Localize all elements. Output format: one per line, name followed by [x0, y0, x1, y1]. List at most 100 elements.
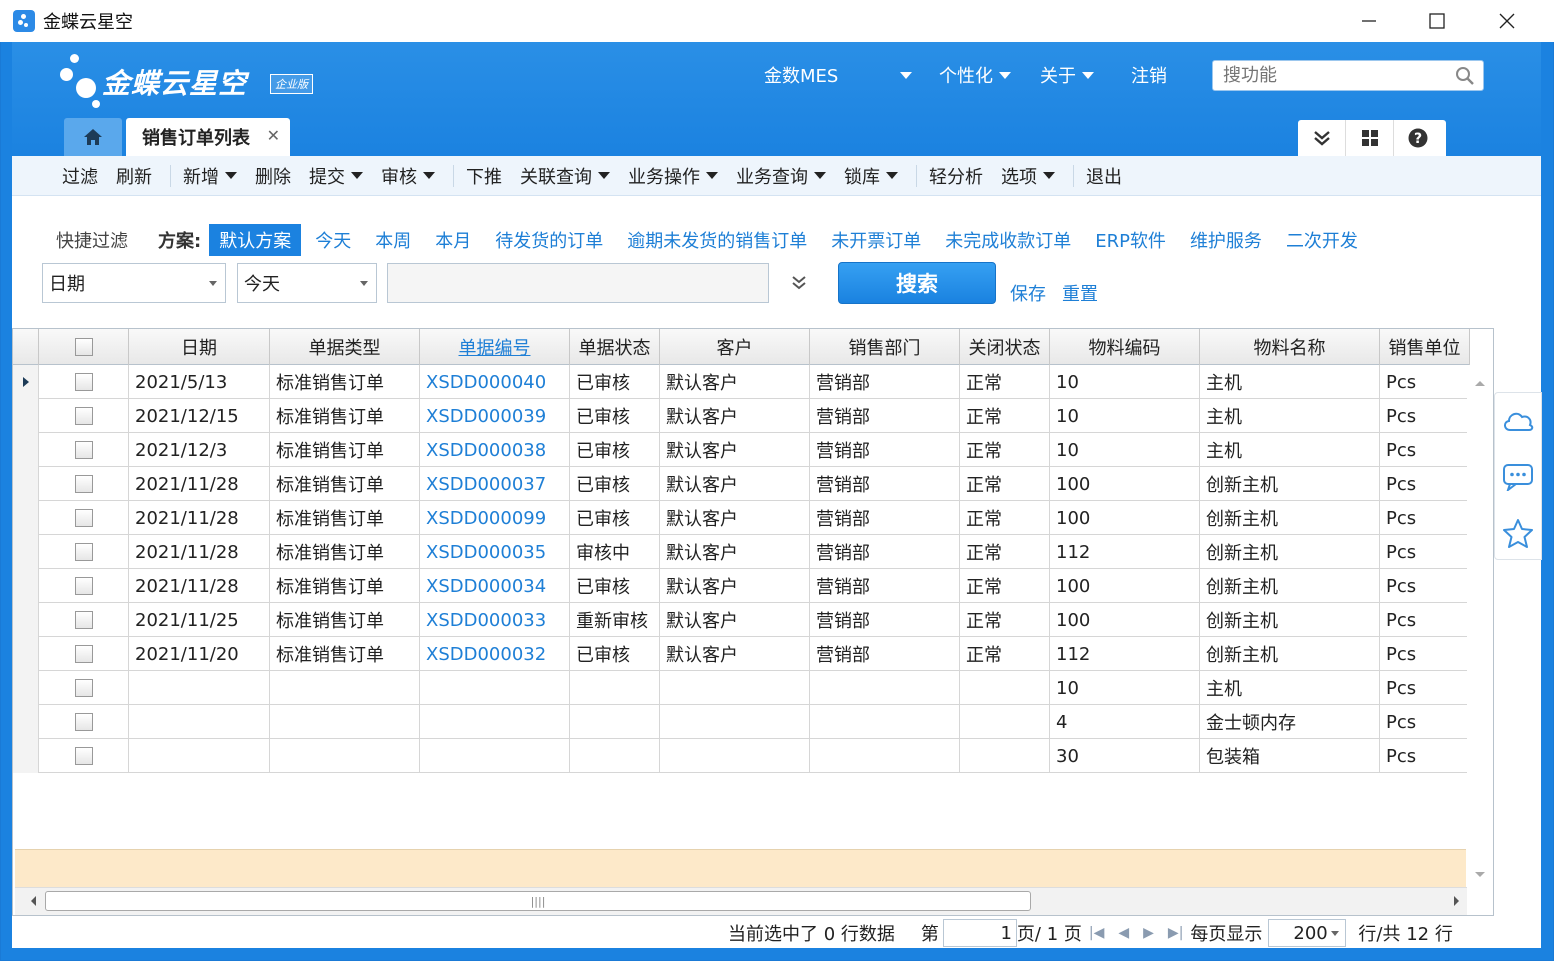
row-indicator[interactable]	[13, 569, 39, 603]
row-select-cell[interactable]	[39, 603, 129, 637]
row-indicator[interactable]	[13, 535, 39, 569]
scheme-tag[interactable]: 逾期未发货的销售订单	[627, 227, 807, 253]
scheme-tag[interactable]: 待发货的订单	[495, 227, 603, 253]
bill-number-link[interactable]	[420, 705, 570, 739]
row-indicator[interactable]	[13, 637, 39, 671]
bill-number-link[interactable]	[420, 739, 570, 773]
message-button[interactable]	[1495, 449, 1541, 505]
lock-stock-button[interactable]: 锁库	[844, 163, 898, 189]
column-header[interactable]: 物料编码	[1050, 329, 1200, 365]
table-row[interactable]: 2021/11/28 标准销售订单 XSDD000037 已审核 默认客户 营销部 正常 10…	[13, 467, 1470, 501]
next-page-icon[interactable]: ▶	[1143, 925, 1154, 941]
row-select-cell[interactable]	[39, 739, 129, 773]
row-indicator[interactable]	[13, 671, 39, 705]
row-indicator[interactable]	[13, 399, 39, 433]
chevron-down-icon[interactable]	[351, 172, 363, 179]
select-all-cell[interactable]	[39, 329, 129, 365]
topnav-personalize[interactable]: 个性化	[939, 62, 1011, 88]
row-checkbox[interactable]	[74, 611, 93, 629]
chevron-down-icon[interactable]	[598, 172, 610, 179]
apps-button[interactable]	[1346, 120, 1394, 156]
push-down-button[interactable]: 下推	[466, 163, 502, 189]
scroll-down-icon[interactable]	[1467, 865, 1493, 885]
row-indicator[interactable]	[13, 739, 39, 773]
audit-button[interactable]: 审核	[381, 163, 435, 189]
row-checkbox[interactable]	[74, 373, 93, 391]
bill-number-link[interactable]: XSDD000034	[420, 569, 570, 603]
row-checkbox[interactable]	[74, 543, 93, 561]
bill-number-link[interactable]: XSDD000099	[420, 501, 570, 535]
table-row[interactable]: 2021/12/15 标准销售订单 XSDD000039 已审核 默认客户 营销部 正常 10…	[13, 399, 1470, 433]
scheme-tag[interactable]: 未完成收款订单	[945, 227, 1071, 253]
favorite-button[interactable]	[1495, 505, 1541, 561]
save-scheme-link[interactable]: 保存	[1010, 280, 1046, 306]
scheme-tag[interactable]: 本周	[375, 227, 411, 253]
row-select-cell[interactable]	[39, 637, 129, 671]
column-header[interactable]: 物料名称	[1200, 329, 1380, 365]
row-select-cell[interactable]	[39, 365, 129, 399]
table-row[interactable]: 2021/5/13 标准销售订单 XSDD000040 已审核 默认客户 营销部 正常 10 主…	[13, 365, 1470, 399]
light-analysis-button[interactable]: 轻分析	[929, 163, 983, 189]
row-checkbox[interactable]	[74, 679, 93, 697]
scheme-tag[interactable]: 本月	[435, 227, 471, 253]
scroll-up-icon[interactable]	[1467, 373, 1493, 393]
delete-button[interactable]: 删除	[255, 163, 291, 189]
chevron-down-icon[interactable]	[814, 172, 826, 179]
column-header[interactable]: 日期	[129, 329, 270, 365]
submit-button[interactable]: 提交	[309, 163, 363, 189]
filter-button[interactable]: 过滤	[62, 163, 98, 189]
table-row[interactable]: 2021/11/28 标准销售订单 XSDD000099 已审核 默认客户 营销部 正常 10…	[13, 501, 1470, 535]
maximize-button[interactable]	[1414, 6, 1460, 36]
chevron-down-icon[interactable]	[1043, 172, 1055, 179]
topnav-mes[interactable]: 金数MES	[764, 62, 913, 88]
row-select-cell[interactable]	[39, 501, 129, 535]
linked-query-button[interactable]: 关联查询	[520, 163, 610, 189]
scheme-tag[interactable]: 默认方案	[209, 224, 302, 256]
column-header[interactable]: 单据类型	[270, 329, 420, 365]
tab-close-icon[interactable]: ✕	[267, 126, 280, 145]
search-icon[interactable]	[1455, 66, 1475, 86]
chevron-down-icon[interactable]	[225, 172, 237, 179]
bill-number-link[interactable]: XSDD000040	[420, 365, 570, 399]
business-ops-button[interactable]: 业务操作	[628, 163, 718, 189]
row-checkbox[interactable]	[74, 441, 93, 459]
row-indicator[interactable]	[13, 603, 39, 637]
row-indicator[interactable]	[13, 433, 39, 467]
row-indicator[interactable]	[13, 365, 39, 399]
row-checkbox[interactable]	[74, 645, 93, 663]
bill-number-link[interactable]: XSDD000039	[420, 399, 570, 433]
table-row[interactable]: 2021/11/20 标准销售订单 XSDD000032 已审核 默认客户 营销部 正常 11…	[13, 637, 1470, 671]
function-search-input[interactable]	[1213, 61, 1443, 90]
per-page-select[interactable]: 200	[1268, 919, 1347, 947]
filter-field-select[interactable]: 日期	[42, 263, 226, 303]
bill-number-link[interactable]: XSDD000033	[420, 603, 570, 637]
scheme-tag[interactable]: 今天	[315, 227, 351, 253]
row-select-cell[interactable]	[39, 399, 129, 433]
chevron-down-icon[interactable]	[886, 172, 898, 179]
row-indicator[interactable]	[13, 501, 39, 535]
row-indicator[interactable]	[13, 467, 39, 501]
close-button[interactable]	[1484, 6, 1530, 36]
row-checkbox[interactable]	[74, 475, 93, 493]
row-checkbox[interactable]	[74, 509, 93, 527]
column-header[interactable]: 单据编号	[420, 329, 570, 365]
vertical-scrollbar[interactable]	[1467, 365, 1493, 885]
tab-home[interactable]	[64, 118, 122, 156]
bill-number-link[interactable]	[420, 671, 570, 705]
chevron-down-icon[interactable]	[706, 172, 718, 179]
first-page-icon[interactable]: |◀	[1089, 925, 1104, 941]
scroll-left-icon[interactable]	[23, 888, 43, 914]
table-row[interactable]: 10 主机 Pcs	[13, 671, 1470, 705]
bill-number-link[interactable]: XSDD000032	[420, 637, 570, 671]
page-number-input[interactable]: 1	[942, 919, 1017, 947]
refresh-button[interactable]: 刷新	[116, 163, 152, 189]
topnav-about[interactable]: 关于	[1040, 62, 1094, 88]
options-button[interactable]: 选项	[1001, 163, 1055, 189]
bill-number-link[interactable]: XSDD000037	[420, 467, 570, 501]
function-search[interactable]	[1212, 60, 1484, 91]
exit-button[interactable]: 退出	[1086, 163, 1122, 189]
reset-link[interactable]: 重置	[1062, 280, 1098, 306]
tab-sales-order-list[interactable]: 销售订单列表 ✕	[126, 118, 290, 156]
row-select-cell[interactable]	[39, 569, 129, 603]
row-checkbox[interactable]	[74, 577, 93, 595]
